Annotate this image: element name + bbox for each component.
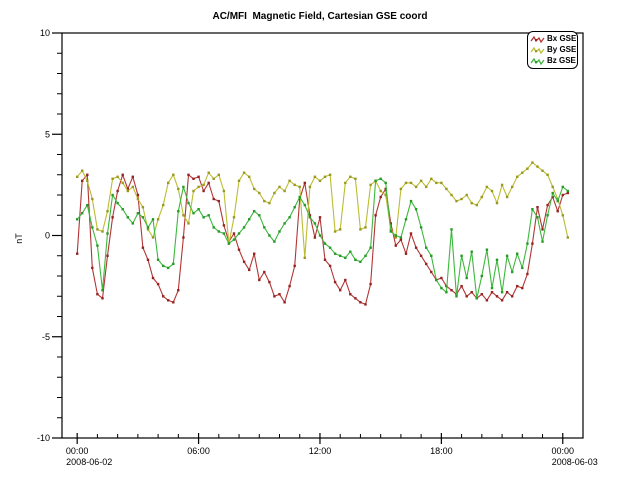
svg-text:18:00: 18:00 (430, 446, 453, 456)
legend-label-bx: Bx GSE (547, 35, 576, 43)
legend-item-bz: Bz GSE (530, 56, 575, 66)
svg-text:2008-06-03: 2008-06-03 (552, 457, 598, 467)
svg-text:nT: nT (14, 233, 24, 244)
by-line-sample-icon (530, 46, 545, 55)
svg-text:5: 5 (45, 129, 50, 139)
svg-text:10: 10 (40, 28, 50, 38)
bx-line-sample-icon (530, 35, 545, 44)
svg-text:12:00: 12:00 (309, 446, 332, 456)
svg-text:00:00: 00:00 (66, 446, 89, 456)
legend-box: Bx GSE By GSE Bz GSE (527, 31, 578, 69)
legend-item-bx: Bx GSE (530, 34, 575, 44)
chart-title: AC/MFI Magnetic Field, Cartesian GSE coo… (0, 11, 640, 22)
svg-text:0: 0 (45, 231, 50, 241)
legend-label-by: By GSE (547, 46, 576, 54)
bz-line-sample-icon (530, 57, 545, 66)
svg-text:00:00: 00:00 (552, 446, 575, 456)
legend-item-by: By GSE (530, 45, 575, 55)
svg-text:-10: -10 (37, 433, 50, 443)
legend-label-bz: Bz GSE (547, 57, 576, 65)
svg-text:2008-06-02: 2008-06-02 (66, 457, 112, 467)
svg-text:06:00: 06:00 (187, 446, 210, 456)
plot-area: 1050-5-10nT00:002008-06-0206:0012:0018:0… (0, 0, 640, 480)
svg-text:-5: -5 (42, 332, 50, 342)
magnetic-field-chart: 1050-5-10nT00:002008-06-0206:0012:0018:0… (0, 0, 640, 480)
